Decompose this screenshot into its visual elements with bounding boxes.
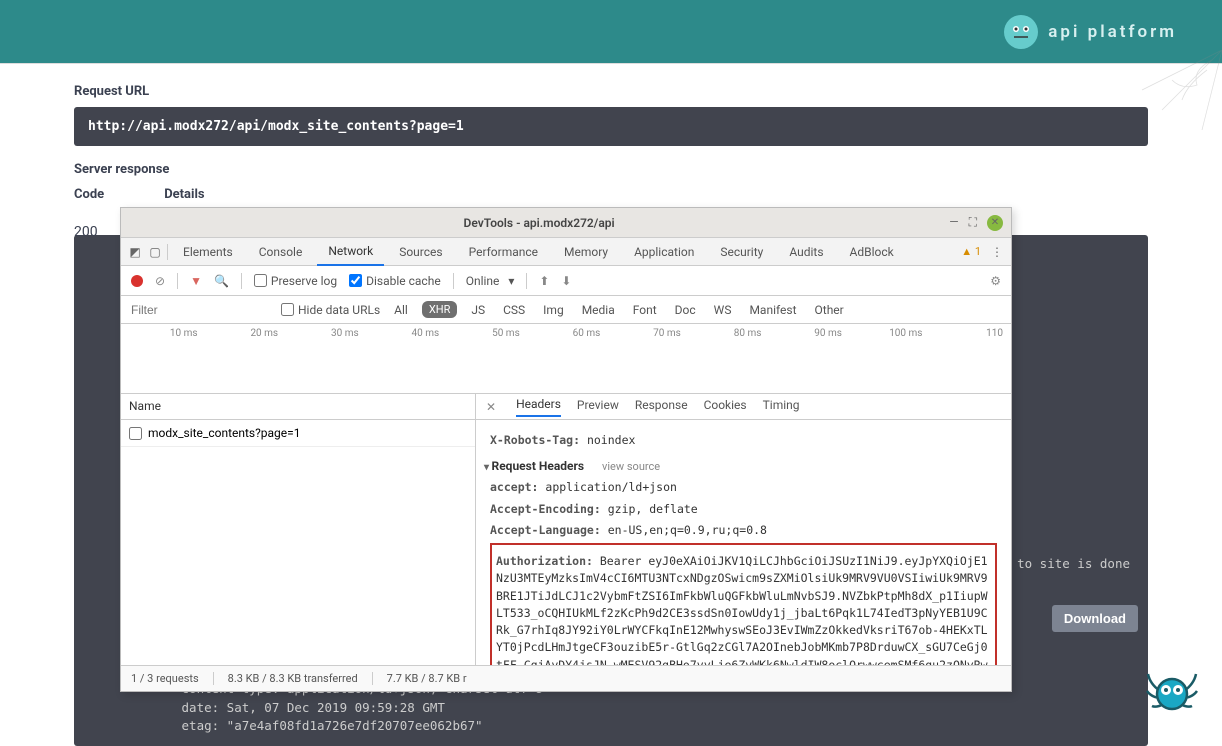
request-name: modx_site_contents?page=1 (148, 426, 300, 440)
request-row[interactable]: modx_site_contents?page=1 (121, 420, 475, 447)
spider-mascot-icon (1142, 656, 1202, 716)
filter-type-doc[interactable]: Doc (671, 301, 700, 319)
server-response-label: Server response (74, 162, 1148, 177)
throttle-select[interactable]: Online ▾ (466, 274, 515, 288)
close-detail-icon[interactable]: ✕ (486, 400, 496, 414)
top-banner: api platform (0, 0, 1222, 63)
name-column-header[interactable]: Name (121, 394, 475, 420)
filter-type-other[interactable]: Other (811, 301, 848, 319)
close-icon[interactable]: ✕ (987, 215, 1003, 231)
detail-tab-timing[interactable]: Timing (763, 398, 800, 416)
request-list-panel: Name modx_site_contents?page=1 (121, 394, 476, 665)
resource-size: 7.7 KB / 8.7 KB r (387, 672, 481, 685)
response-columns: Code Details (74, 187, 1148, 202)
request-checkbox[interactable] (129, 427, 142, 440)
devtools-panel-tabs: ◩ ▢ Elements Console Network Sources Per… (121, 238, 1011, 266)
tab-audits[interactable]: Audits (778, 239, 834, 265)
brand: api platform (1004, 15, 1177, 49)
tab-adblock[interactable]: AdBlock (839, 239, 905, 265)
maximize-icon[interactable]: ⛶ (969, 215, 977, 231)
transferred-size: 8.3 KB / 8.3 KB transferred (228, 672, 373, 685)
devtools-titlebar[interactable]: DevTools - api.modx272/api — ⛶ ✕ (121, 208, 1011, 238)
preserve-log-checkbox[interactable]: Preserve log (254, 274, 337, 288)
code-col-label: Code (74, 187, 104, 202)
detail-tab-response[interactable]: Response (635, 398, 688, 416)
devtools-title: DevTools - api.modx272/api (129, 216, 949, 230)
tab-application[interactable]: Application (623, 239, 705, 265)
request-detail-panel: ✕ Headers Preview Response Cookies Timin… (476, 394, 1011, 665)
brand-name: api platform (1048, 22, 1177, 42)
tab-console[interactable]: Console (248, 239, 314, 265)
inspect-icon[interactable]: ◩ (127, 245, 143, 259)
download-button[interactable]: Download (1052, 605, 1138, 632)
request-url-label: Request URL (74, 84, 1148, 99)
upload-icon[interactable]: ⬆ (539, 274, 549, 288)
headers-content[interactable]: X-Robots-Tag: noindex Request Headersvie… (476, 420, 1011, 665)
hide-data-urls-checkbox[interactable]: Hide data URLs (281, 303, 380, 317)
tab-security[interactable]: Security (709, 239, 774, 265)
network-status-bar: 1 / 3 requests 8.3 KB / 8.3 KB transferr… (121, 665, 1011, 691)
minimize-icon[interactable]: — (949, 215, 958, 231)
filter-type-js[interactable]: JS (467, 301, 489, 319)
filter-type-all[interactable]: All (390, 301, 412, 319)
download-icon[interactable]: ⬇ (561, 274, 571, 288)
view-source-link[interactable]: view source (602, 460, 660, 473)
filter-type-manifest[interactable]: Manifest (745, 301, 800, 319)
gear-icon[interactable]: ⚙ (990, 274, 1001, 288)
filter-icon[interactable]: ▼ (190, 274, 202, 288)
record-button[interactable] (131, 275, 143, 287)
warning-badge[interactable]: ▲ 1 (961, 245, 981, 258)
tab-performance[interactable]: Performance (458, 239, 549, 265)
authorization-highlight: Authorization: Bearer eyJ0eXAiOiJKV1QiLC… (490, 543, 997, 665)
filter-type-font[interactable]: Font (629, 301, 661, 319)
details-col-label: Details (164, 187, 204, 202)
network-filter-bar: Hide data URLs All XHR JS CSS Img Media … (121, 296, 1011, 324)
filter-type-img[interactable]: Img (539, 301, 568, 319)
detail-tab-preview[interactable]: Preview (577, 398, 619, 416)
network-timeline[interactable]: 10 ms 20 ms 30 ms 40 ms 50 ms 60 ms 70 m… (121, 324, 1011, 394)
tab-memory[interactable]: Memory (553, 239, 619, 265)
search-icon[interactable]: 🔍 (214, 274, 229, 288)
tab-network[interactable]: Network (317, 238, 384, 266)
filter-type-xhr[interactable]: XHR (422, 301, 458, 318)
kebab-menu-icon[interactable]: ⋮ (989, 245, 1005, 259)
filter-type-css[interactable]: CSS (499, 301, 529, 319)
tab-elements[interactable]: Elements (172, 239, 244, 265)
brand-logo-icon (1004, 15, 1038, 49)
detail-tab-headers[interactable]: Headers (516, 397, 561, 417)
filter-type-ws[interactable]: WS (710, 301, 736, 319)
detail-tab-cookies[interactable]: Cookies (704, 398, 747, 416)
disable-cache-checkbox[interactable]: Disable cache (349, 274, 441, 288)
device-icon[interactable]: ▢ (147, 245, 163, 259)
request-count: 1 / 3 requests (131, 672, 214, 685)
clear-icon[interactable]: ⊘ (155, 274, 165, 288)
request-url-value: http://api.modx272/api/modx_site_content… (74, 107, 1148, 146)
filter-type-media[interactable]: Media (578, 301, 619, 319)
network-toolbar: ⊘ ▼ 🔍 Preserve log Disable cache Online … (121, 266, 1011, 296)
filter-input[interactable] (131, 303, 271, 317)
devtools-window: DevTools - api.modx272/api — ⛶ ✕ ◩ ▢ Ele… (120, 207, 1012, 692)
request-headers-section: Request Headersview source (484, 459, 997, 473)
tab-sources[interactable]: Sources (388, 239, 453, 265)
